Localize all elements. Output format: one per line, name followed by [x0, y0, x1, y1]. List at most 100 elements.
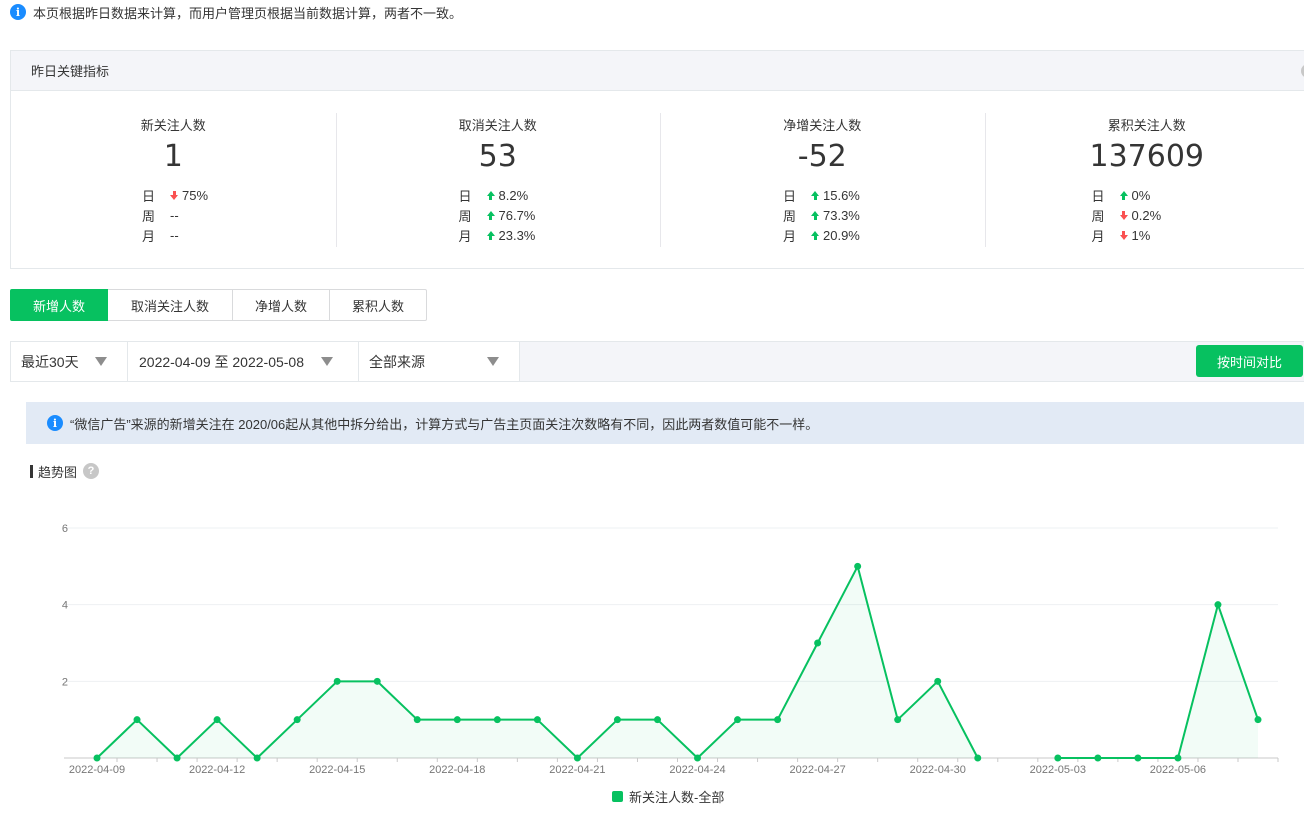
change-day: 日 8.2% — [458, 187, 529, 204]
arrow-up-icon — [486, 230, 495, 240]
tab-new-followers[interactable]: 新增人数 — [10, 289, 108, 321]
change-month: 月 1% — [1091, 227, 1151, 244]
data-point — [1054, 754, 1062, 762]
chevron-down-icon — [321, 357, 333, 366]
metric-value: -52 — [797, 139, 847, 174]
metric-title: 净增关注人数 — [783, 118, 862, 133]
trend-chart: 2 4 6 2022-04-09 2022-04-12 2022-04-15 2022-04… — [62, 523, 1279, 776]
info-icon: i — [47, 415, 63, 431]
tab-total-followers[interactable]: 累积人数 — [330, 289, 427, 321]
data-point — [493, 716, 501, 724]
data-point — [974, 754, 982, 762]
arrow-up-icon — [811, 210, 819, 220]
data-point — [173, 754, 181, 762]
arrow-up-icon — [486, 210, 495, 220]
range-select-value: 最近30天 — [21, 353, 79, 370]
x-tick-label: 2022-04-21 — [549, 764, 605, 776]
data-point — [653, 716, 661, 724]
change-month: 月 -- — [142, 227, 179, 244]
chart-legend[interactable]: 新关注人数-全部 — [612, 787, 724, 806]
x-tick-label: 2022-04-30 — [910, 764, 966, 776]
change-week: 周 -- — [142, 207, 179, 224]
data-point — [1134, 754, 1142, 762]
y-tick-label: 4 — [62, 600, 68, 612]
x-tick-label: 2022-04-24 — [669, 764, 725, 776]
data-point — [694, 754, 702, 762]
source-select-value: 全部来源 — [369, 353, 425, 370]
data-point — [573, 754, 581, 762]
page-notice: i 本页根据昨日数据来计算，而用户管理页根据当前数据计算，两者不一致。 — [10, 2, 462, 22]
data-point — [453, 716, 461, 724]
tab-net-followers[interactable]: 净增人数 — [233, 289, 330, 321]
data-point — [1174, 754, 1182, 762]
metric-card-unfollows: 取消关注人数 53 日 8.2% 周 76.7% 月 23.3% — [335, 91, 661, 268]
chevron-down-icon — [487, 357, 499, 366]
key-metrics-panel: 昨日关键指标 新关注人数 1 日 75% 周 -- 月 -- 取消关注人数 53 日8… — [10, 50, 1304, 269]
data-point — [533, 716, 541, 724]
title-bar — [30, 464, 33, 478]
metric-tabs: 新增人数 取消关注人数 净增人数 累积人数 — [10, 289, 427, 321]
metric-card-net-followers: 净增关注人数 -52 日 15.6% 周 73.3% 月 20.9% — [660, 91, 985, 268]
page-notice-text: 本页根据昨日数据来计算，而用户管理页根据当前数据计算，两者不一致。 — [33, 5, 463, 21]
data-point — [93, 754, 101, 762]
source-notice: i “微信广告”来源的新增关注在 2020/06起从其他中拆分给出，计算方式与广… — [26, 402, 1304, 444]
metric-card-new-followers: 新关注人数 1 日 75% 周 -- 月 -- — [11, 91, 336, 268]
metric-title: 新关注人数 — [140, 118, 206, 133]
source-notice-text: “微信广告”来源的新增关注在 2020/06起从其他中拆分给出，计算方式与广告主… — [70, 416, 819, 432]
data-point — [253, 754, 261, 762]
trend-title-text: 趋势图 — [38, 464, 78, 480]
arrow-up-icon — [811, 230, 819, 240]
data-point — [894, 716, 902, 724]
arrow-up-icon — [811, 190, 819, 200]
data-point — [613, 716, 621, 724]
metric-value: 1 — [163, 139, 183, 174]
data-point — [133, 716, 141, 724]
date-range-picker[interactable]: 2022-04-09 至 2022-05-08 — [128, 342, 359, 381]
arrow-down-icon — [1119, 210, 1128, 220]
data-point — [814, 639, 822, 647]
x-tick-label: 2022-04-09 — [69, 764, 125, 776]
arrow-down-icon — [1119, 230, 1128, 240]
data-point — [1214, 601, 1222, 609]
data-point — [413, 716, 421, 724]
series-area — [97, 566, 978, 758]
metric-changes: 日 8.2% 周 76.7% 月 23.3% — [459, 185, 536, 245]
metric-value: 137609 — [1089, 139, 1205, 174]
metric-value: 53 — [478, 139, 517, 174]
key-metrics-header: 昨日关键指标 — [11, 51, 1304, 91]
data-point — [934, 677, 942, 685]
data-point — [293, 716, 301, 724]
y-tick-label: 2 — [62, 676, 68, 688]
change-week: 周 76.7% — [458, 207, 536, 224]
data-point — [1094, 754, 1102, 762]
x-tick-label: 2022-04-18 — [429, 764, 485, 776]
change-week: 周 73.3% — [783, 207, 860, 224]
arrow-up-icon — [486, 190, 495, 200]
data-point — [373, 677, 381, 685]
tab-unfollows[interactable]: 取消关注人数 — [108, 289, 233, 321]
source-select[interactable]: 全部来源 — [359, 342, 520, 381]
change-day: 日 75% — [142, 187, 209, 204]
change-month: 月 23.3% — [458, 227, 536, 244]
metric-title: 累积关注人数 — [1107, 118, 1186, 133]
range-select[interactable]: 最近30天 — [11, 342, 128, 381]
arrow-down-icon — [170, 190, 178, 200]
x-tick-label: 2022-05-03 — [1030, 764, 1086, 776]
data-point — [333, 677, 341, 685]
change-week: 周 0.2% — [1091, 207, 1162, 224]
key-metrics-title: 昨日关键指标 — [31, 64, 110, 79]
filter-bar: 最近30天 2022-04-09 至 2022-05-08 全部来源 按时间对比 — [10, 341, 1304, 382]
metric-card-total-followers: 累积关注人数 137609 日 0% 周 0.2% 月 1% — [984, 91, 1304, 268]
date-range-value: 2022-04-09 至 2022-05-08 — [139, 353, 305, 370]
data-point — [854, 562, 862, 570]
x-tick-label: 2022-04-27 — [789, 764, 845, 776]
compare-by-time-button[interactable]: 按时间对比 — [1196, 345, 1303, 377]
x-tick-label: 2022-04-15 — [309, 764, 365, 776]
x-tick-label: 2022-04-12 — [189, 764, 245, 776]
change-day: 日 0% — [1091, 187, 1151, 204]
y-tick-label: 6 — [62, 523, 68, 535]
metric-changes: 日 75% 周 -- 月 -- — [142, 185, 208, 245]
help-icon[interactable]: ? — [83, 463, 100, 479]
metric-title: 取消关注人数 — [458, 118, 537, 133]
legend-swatch — [612, 791, 623, 802]
